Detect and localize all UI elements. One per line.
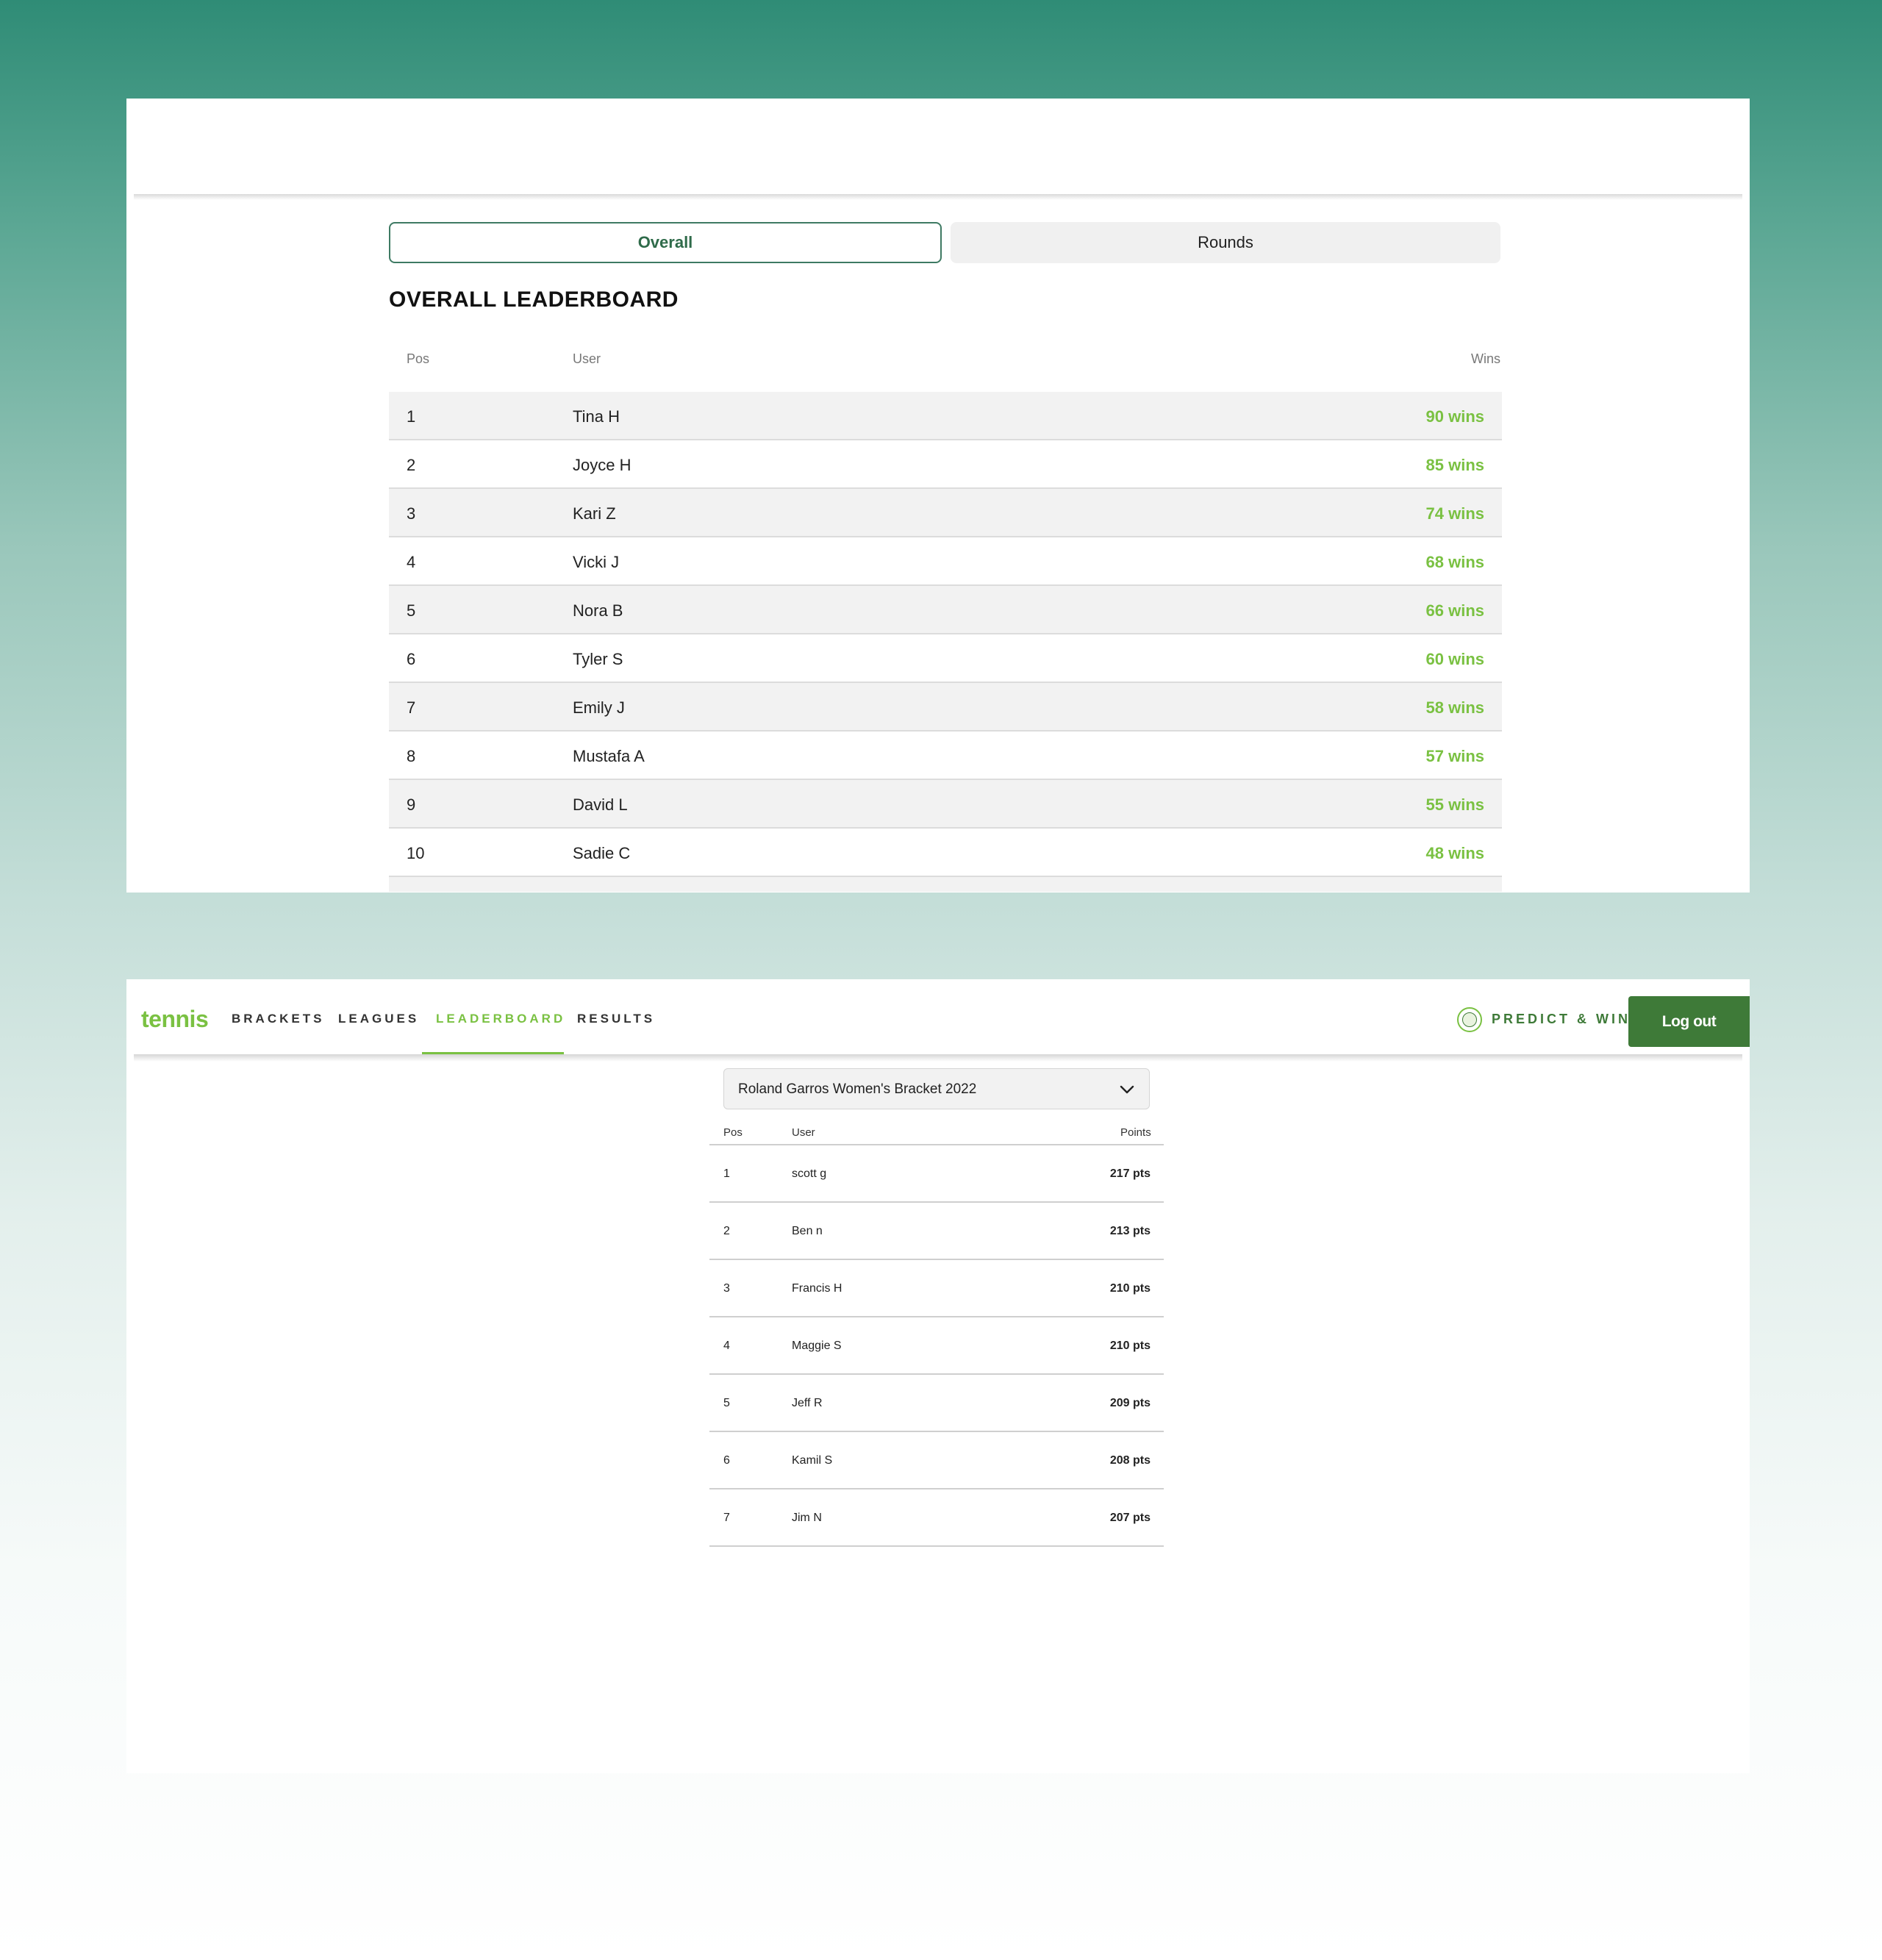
- row-position: 7: [723, 1512, 730, 1524]
- row-user: Maggie S: [792, 1340, 842, 1352]
- table-row: 5 Nora B 66 wins: [389, 586, 1502, 634]
- row-wins: 90 wins: [1425, 407, 1484, 426]
- tennis-logo[interactable]: tennis: [141, 1006, 209, 1033]
- column-header-wins: Wins: [1471, 351, 1500, 366]
- row-user: scott g: [792, 1167, 827, 1180]
- table-row-partial: [389, 877, 1502, 892]
- nav-item-results[interactable]: RESULTS: [577, 1012, 655, 1026]
- nav-item-brackets[interactable]: BRACKETS: [232, 1012, 324, 1026]
- table-row: 9 David L 55 wins: [389, 780, 1502, 829]
- row-position: 10: [407, 844, 425, 862]
- row-position: 2: [407, 456, 416, 474]
- table-row: 6 Tyler S 60 wins: [389, 634, 1502, 683]
- table-row: 5 Jeff R 209 pts: [709, 1375, 1164, 1432]
- row-user: Joyce H: [573, 456, 631, 474]
- row-position: 5: [407, 601, 416, 620]
- row-points: 217 pts: [1109, 1167, 1151, 1180]
- column-header-user: User: [792, 1126, 815, 1139]
- tab-rounds[interactable]: Rounds: [951, 222, 1500, 263]
- leaderboard-table-body: 1 Tina H 90 wins 2 Joyce H 85 wins 3 Kar…: [389, 392, 1502, 892]
- row-wins: 74 wins: [1425, 504, 1484, 523]
- row-user: Jim N: [792, 1512, 822, 1524]
- row-position: 2: [723, 1225, 730, 1237]
- tab-overall[interactable]: Overall: [389, 222, 942, 263]
- bracket-select[interactable]: Roland Garros Women's Bracket 2022: [723, 1068, 1150, 1109]
- nav-item-leaderboard[interactable]: LEADERBOARD: [436, 1012, 565, 1026]
- row-position: 5: [723, 1397, 730, 1409]
- row-position: 6: [407, 650, 416, 668]
- overall-leaderboard-card: Overall Rounds OVERALL LEADERBOARD Pos U…: [126, 99, 1750, 893]
- row-position: 9: [407, 795, 416, 814]
- column-header-pos: Pos: [407, 351, 430, 366]
- row-user: David L: [573, 795, 628, 814]
- row-user: Vicki J: [573, 553, 620, 571]
- row-user: Jeff R: [792, 1397, 823, 1409]
- row-position: 4: [407, 553, 416, 571]
- nav-divider: [134, 1054, 1742, 1062]
- row-user: Francis H: [792, 1282, 842, 1295]
- row-points: 208 pts: [1109, 1454, 1151, 1467]
- row-position: 1: [723, 1167, 730, 1180]
- row-points: 213 pts: [1109, 1225, 1151, 1237]
- row-user: Mustafa A: [573, 747, 645, 765]
- table-row: 8 Mustafa A 57 wins: [389, 732, 1502, 780]
- table-row: 4 Vicki J 68 wins: [389, 537, 1502, 586]
- predict-win-badge-icon: [1457, 1007, 1482, 1032]
- header-area: [134, 99, 1742, 196]
- column-header-pos: Pos: [723, 1126, 743, 1139]
- row-user: Kamil S: [792, 1454, 833, 1467]
- row-wins: 68 wins: [1425, 553, 1484, 571]
- table-row: 1 Tina H 90 wins: [389, 392, 1502, 440]
- column-header-user: User: [573, 351, 601, 366]
- row-position: 3: [407, 504, 416, 523]
- table-row: 2 Ben n 213 pts: [709, 1203, 1164, 1260]
- row-user: Kari Z: [573, 504, 616, 523]
- logout-button[interactable]: Log out: [1628, 996, 1750, 1047]
- table-row: 1 scott g 217 pts: [709, 1145, 1164, 1203]
- nav-item-leagues[interactable]: LEAGUES: [338, 1012, 419, 1026]
- table-row: 4 Maggie S 210 pts: [709, 1317, 1164, 1375]
- row-wins: 58 wins: [1425, 698, 1484, 717]
- row-user: Tina H: [573, 407, 620, 426]
- row-wins: 66 wins: [1425, 601, 1484, 620]
- bracket-table-body: 1 scott g 217 pts 2 Ben n 213 pts 3 Fran…: [709, 1145, 1164, 1547]
- bracket-select-value: Roland Garros Women's Bracket 2022: [738, 1081, 977, 1097]
- header-divider: [134, 194, 1742, 200]
- table-row: 7 Emily J 58 wins: [389, 683, 1502, 732]
- bracket-leaderboard-card: tennis BRACKETS LEAGUES LEADERBOARD RESU…: [126, 979, 1750, 1773]
- table-row: 3 Kari Z 74 wins: [389, 489, 1502, 537]
- row-user: Ben n: [792, 1225, 823, 1237]
- row-position: 8: [407, 747, 416, 765]
- row-user: Tyler S: [573, 650, 623, 668]
- row-wins: 55 wins: [1425, 795, 1484, 814]
- row-user: Emily J: [573, 698, 625, 717]
- chevron-down-icon: [1120, 1085, 1134, 1094]
- table-row: 6 Kamil S 208 pts: [709, 1432, 1164, 1489]
- page-title: OVERALL LEADERBOARD: [389, 287, 679, 312]
- top-nav: tennis BRACKETS LEAGUES LEADERBOARD RESU…: [134, 979, 1750, 1056]
- row-wins: 85 wins: [1425, 456, 1484, 474]
- row-points: 210 pts: [1109, 1282, 1151, 1295]
- row-position: 4: [723, 1340, 730, 1352]
- row-points: 210 pts: [1109, 1340, 1151, 1352]
- row-wins: 60 wins: [1425, 650, 1484, 668]
- predict-win-label[interactable]: PREDICT & WIN: [1492, 1012, 1631, 1027]
- row-position: 7: [407, 698, 416, 717]
- row-position: 1: [407, 407, 416, 426]
- column-header-points: Points: [1120, 1126, 1151, 1139]
- row-position: 3: [723, 1282, 730, 1295]
- table-row: 7 Jim N 207 pts: [709, 1489, 1164, 1547]
- table-row: 10 Sadie C 48 wins: [389, 829, 1502, 877]
- table-row: 2 Joyce H 85 wins: [389, 440, 1502, 489]
- row-position: 6: [723, 1454, 730, 1467]
- row-user: Nora B: [573, 601, 623, 620]
- table-row: 3 Francis H 210 pts: [709, 1260, 1164, 1317]
- row-wins: 57 wins: [1425, 747, 1484, 765]
- row-points: 209 pts: [1109, 1397, 1151, 1409]
- row-points: 207 pts: [1109, 1512, 1151, 1524]
- row-user: Sadie C: [573, 844, 631, 862]
- row-wins: 48 wins: [1425, 844, 1484, 862]
